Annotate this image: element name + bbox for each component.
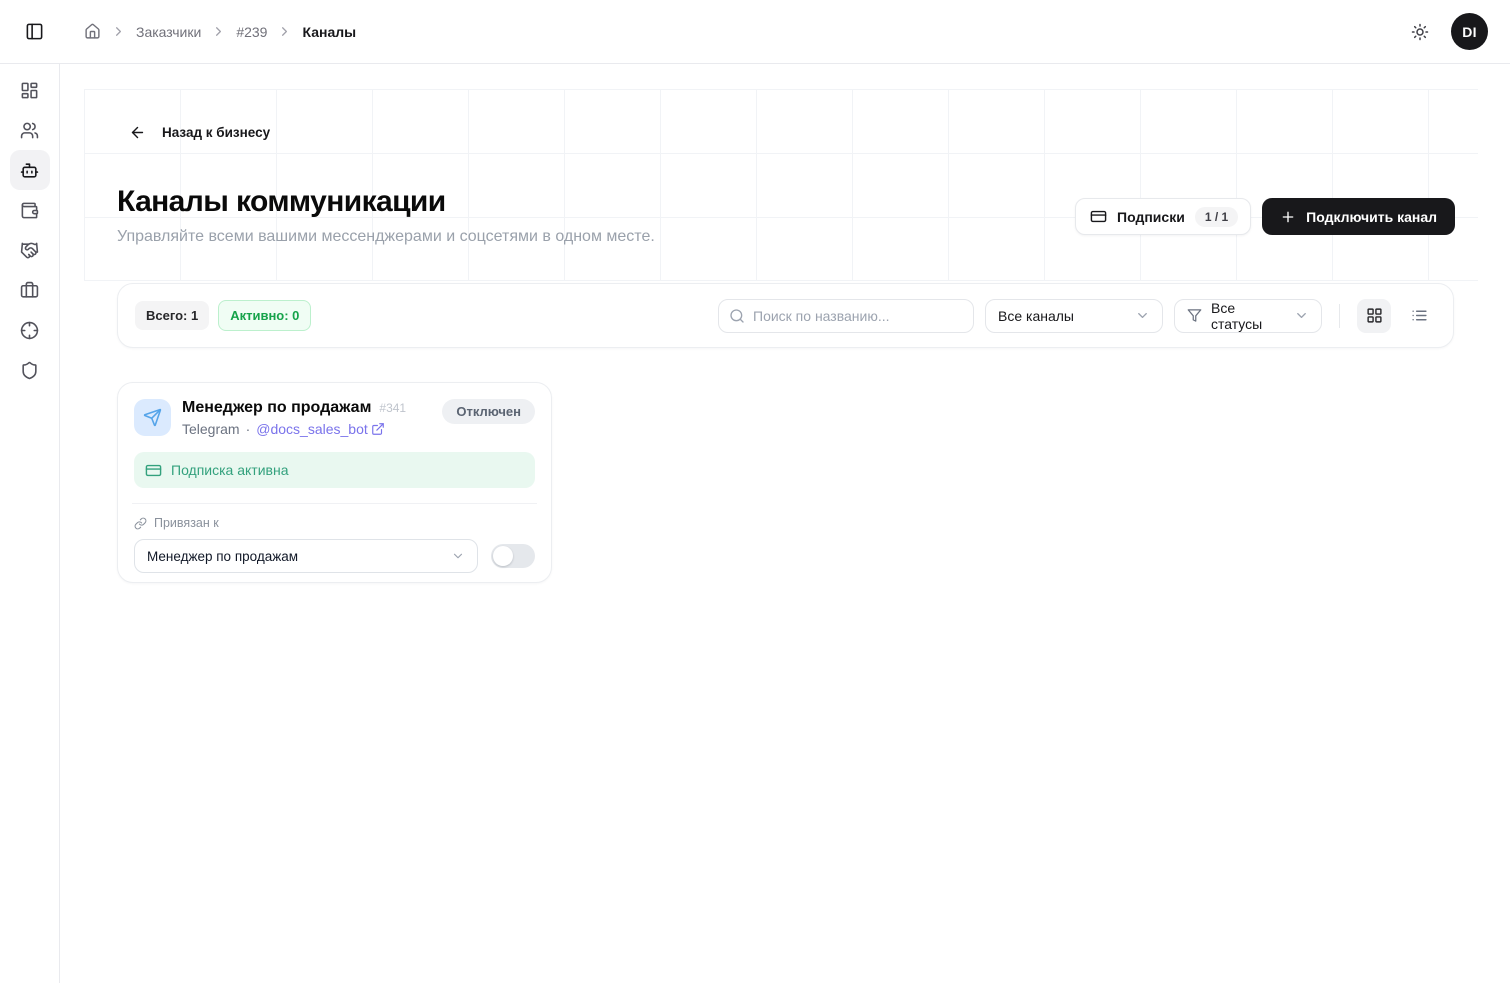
channels-filter-select[interactable]: Все каналы (985, 299, 1163, 333)
search-input[interactable] (753, 308, 963, 324)
bot-handle: @docs_sales_bot (256, 421, 368, 437)
linked-to-label-row: Привязан к (134, 516, 535, 530)
briefcase-icon (20, 281, 39, 300)
channel-card-header: Менеджер по продажам #341 Telegram · @do… (134, 399, 535, 437)
divider (132, 503, 537, 504)
chevron-down-icon (1135, 308, 1150, 323)
chevron-right-icon (111, 24, 126, 39)
main-content: Назад к бизнесу Каналы коммуникации Упра… (60, 64, 1510, 983)
page-title: Каналы коммуникации (117, 185, 446, 219)
subscriptions-label: Подписки (1117, 209, 1185, 225)
avatar[interactable]: DI (1451, 13, 1488, 50)
plus-icon (1280, 209, 1296, 225)
list-view-icon (1411, 307, 1428, 324)
sidebar-toggle-button[interactable] (17, 15, 51, 49)
status-filter-value: Все статусы (1211, 300, 1285, 332)
sidebar-item-security[interactable] (10, 350, 50, 390)
back-to-business-link[interactable]: Назад к бизнесу (129, 124, 270, 141)
search-icon (729, 308, 745, 324)
channel-card: Менеджер по продажам #341 Telegram · @do… (117, 382, 552, 583)
connect-channel-label: Подключить канал (1306, 209, 1437, 225)
search-box (718, 299, 974, 333)
subscription-banner: Подписка активна (134, 452, 535, 488)
linked-controls-row: Менеджер по продажам (134, 539, 535, 573)
breadcrumb: Заказчики #239 Каналы (84, 23, 356, 40)
sidebar-item-dashboard[interactable] (10, 70, 50, 110)
breadcrumb-customers[interactable]: Заказчики (136, 24, 201, 40)
dashboard-icon (20, 81, 39, 100)
filter-controls: Все каналы Все статусы (718, 299, 1436, 333)
dot-separator: · (246, 421, 251, 437)
linked-manager-value: Менеджер по продажам (147, 549, 298, 564)
subscriptions-count-badge: 1 / 1 (1195, 207, 1238, 227)
connect-channel-button[interactable]: Подключить канал (1262, 198, 1455, 235)
users-icon (20, 121, 39, 140)
channel-platform: Telegram (182, 421, 240, 437)
send-icon (143, 408, 162, 427)
arrow-left-icon (129, 124, 146, 141)
sidebar-item-targets[interactable] (10, 310, 50, 350)
credit-card-icon (1090, 208, 1107, 225)
page-subtitle: Управляйте всеми вашими мессенджерами и … (117, 228, 655, 246)
total-count-badge: Всего: 1 (135, 301, 209, 330)
subscription-status-label: Подписка активна (171, 462, 288, 478)
panel-left-icon (25, 22, 44, 41)
breadcrumb-current: Каналы (302, 24, 356, 40)
theme-toggle-button[interactable] (1405, 17, 1435, 47)
active-count-badge: Активно: 0 (218, 300, 311, 331)
link-icon (134, 517, 147, 530)
credit-card-icon (145, 462, 162, 479)
sidebar-item-deals[interactable] (10, 230, 50, 270)
list-view-button[interactable] (1402, 299, 1436, 333)
sidebar-item-business[interactable] (10, 270, 50, 310)
chevron-down-icon (1294, 308, 1309, 323)
home-icon[interactable] (84, 23, 101, 40)
channel-title-block: Менеджер по продажам #341 Telegram · @do… (182, 399, 406, 437)
channels-filter-value: Все каналы (998, 308, 1074, 324)
grid-view-button[interactable] (1357, 299, 1391, 333)
sidebar-item-bots[interactable] (10, 150, 50, 190)
chevron-down-icon (451, 549, 465, 563)
sidebar-item-wallet[interactable] (10, 190, 50, 230)
target-icon (20, 321, 39, 340)
linked-manager-select[interactable]: Менеджер по продажам (134, 539, 478, 573)
hero-actions: Подписки 1 / 1 Подключить канал (1075, 198, 1455, 235)
telegram-channel-avatar (134, 399, 171, 436)
channel-enable-toggle[interactable] (491, 544, 535, 568)
external-link-icon (371, 422, 385, 436)
filter-bar: Всего: 1 Активно: 0 Все каналы Все стату… (117, 283, 1454, 348)
chevron-right-icon (211, 24, 226, 39)
toggle-knob (493, 546, 513, 566)
filter-funnel-icon (1187, 308, 1202, 323)
divider (1339, 304, 1340, 328)
top-bar: Заказчики #239 Каналы DI (0, 0, 1510, 64)
chevron-right-icon (277, 24, 292, 39)
bot-icon (20, 161, 39, 180)
wallet-icon (20, 201, 39, 220)
channel-status-badge: Отключен (442, 399, 535, 424)
channel-id: #341 (379, 401, 406, 415)
sidebar (0, 64, 60, 983)
back-link-label: Назад к бизнесу (162, 125, 270, 140)
grid-view-icon (1366, 307, 1383, 324)
sun-icon (1411, 23, 1429, 41)
breadcrumb-business-id[interactable]: #239 (236, 24, 267, 40)
status-filter-select[interactable]: Все статусы (1174, 299, 1322, 333)
shield-icon (20, 361, 39, 380)
bot-handle-link[interactable]: @docs_sales_bot (256, 421, 385, 437)
subscriptions-button[interactable]: Подписки 1 / 1 (1075, 198, 1251, 235)
channel-title: Менеджер по продажам (182, 399, 371, 417)
sidebar-item-users[interactable] (10, 110, 50, 150)
topbar-actions: DI (1405, 13, 1488, 50)
linked-to-label: Привязан к (154, 516, 219, 530)
handshake-icon (20, 241, 39, 260)
